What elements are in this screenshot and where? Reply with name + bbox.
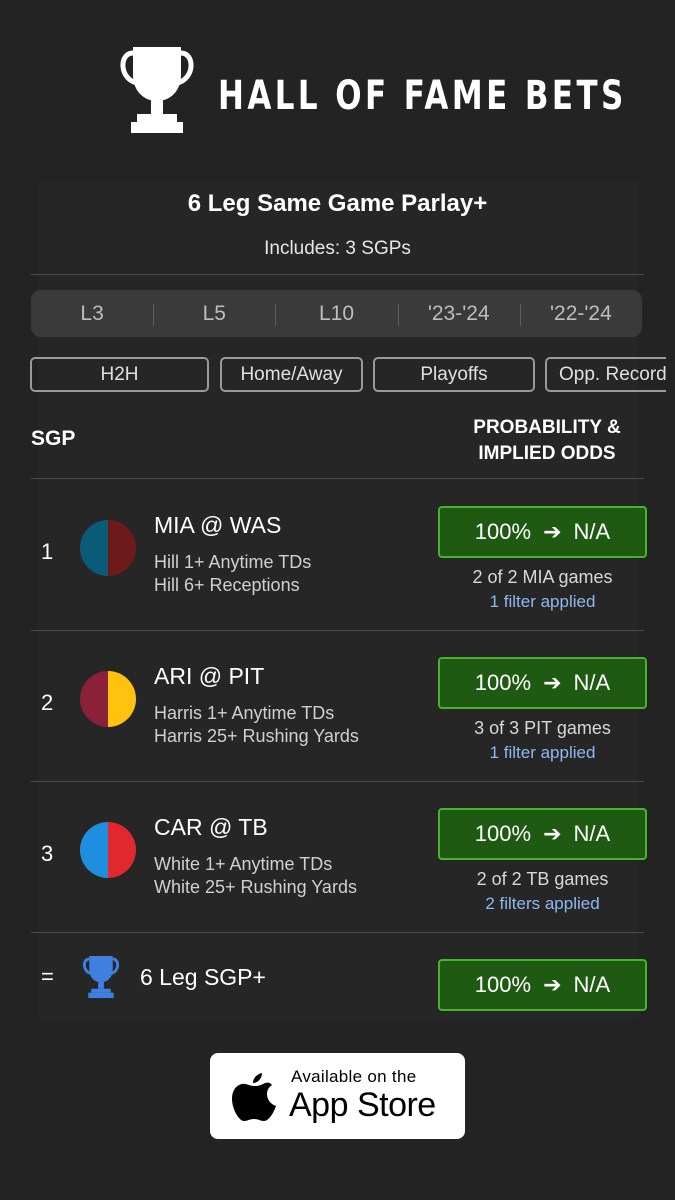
divider (31, 274, 644, 275)
odds-badge[interactable]: 100% ➔ N/A (438, 808, 647, 860)
filter-bar: H2H Home/Away Playoffs Opp. Record (30, 357, 666, 397)
filter-opp-record-button[interactable]: Opp. Record (545, 357, 666, 392)
leg-text: Hill 6+ Receptions (154, 575, 300, 595)
arrow-right-icon: ➔ (543, 670, 562, 695)
team-colors-icon (80, 671, 136, 727)
filters-applied-link[interactable]: 1 filter applied (438, 743, 647, 763)
row-number: 2 (41, 690, 54, 715)
arrow-right-icon: ➔ (543, 519, 562, 544)
brand-name: HALL OF FAME BETS (218, 73, 627, 119)
leg-text: White 1+ Anytime TDs (154, 854, 333, 874)
filter-playoffs-button[interactable]: Playoffs (373, 357, 535, 392)
team-colors-icon (80, 822, 136, 878)
leg-text: Harris 25+ Rushing Yards (154, 726, 359, 746)
filter-home-away-button[interactable]: Home/Away (220, 357, 363, 392)
column-header-probability: PROBABILITY & IMPLIED ODDS (473, 417, 621, 464)
range-23-24[interactable]: '23-'24 (397, 302, 520, 326)
arrow-right-icon: ➔ (543, 972, 562, 997)
sgp-row[interactable]: 1 MIA @ WAS Hill 1+ Anytime TDs Hill 6+ … (0, 497, 675, 647)
row-number: 3 (41, 841, 54, 866)
app-store-line1: Available on the (291, 1067, 417, 1086)
range-22-24[interactable]: '22-'24 (519, 302, 642, 326)
range-l5[interactable]: L5 (153, 302, 275, 326)
probability-value: 100% (474, 519, 532, 544)
apple-icon (232, 1073, 276, 1121)
odds-value: N/A (573, 972, 611, 997)
probability-value: 100% (474, 972, 532, 997)
parlay-title: 6 Leg Same Game Parlay+ (187, 190, 488, 217)
trophy-icon (82, 955, 120, 999)
odds-value: N/A (573, 670, 611, 695)
equals-sign: = (41, 964, 54, 989)
row-number: 1 (41, 539, 54, 564)
total-label: 6 Leg SGP+ (140, 964, 266, 990)
odds-badge[interactable]: 100% ➔ N/A (438, 506, 647, 558)
sgp-row[interactable]: 2 ARI @ PIT Harris 1+ Anytime TDs Harris… (0, 648, 675, 798)
column-header-sgp: SGP (31, 427, 76, 450)
leg-text: White 25+ Rushing Yards (154, 877, 357, 897)
range-l3[interactable]: L3 (31, 302, 153, 326)
filters-applied-link[interactable]: 2 filters applied (438, 894, 647, 914)
matchup-label: ARI @ PIT (154, 663, 265, 689)
divider (31, 478, 644, 479)
trophy-icon (120, 47, 194, 133)
divider (31, 932, 644, 933)
filter-h2h-button[interactable]: H2H (30, 357, 209, 392)
sgp-row[interactable]: 3 CAR @ TB White 1+ Anytime TDs White 25… (0, 799, 675, 949)
total-odds-badge[interactable]: 100% ➔ N/A (438, 959, 647, 1011)
games-count: 3 of 3 PIT games (474, 718, 611, 738)
odds-value: N/A (573, 519, 611, 544)
probability-value: 100% (474, 821, 532, 846)
divider (31, 630, 644, 631)
matchup-label: MIA @ WAS (154, 512, 282, 538)
arrow-right-icon: ➔ (543, 821, 562, 846)
divider (31, 781, 644, 782)
matchup-label: CAR @ TB (154, 814, 268, 840)
team-colors-icon (80, 520, 136, 576)
leg-text: Harris 1+ Anytime TDs (154, 703, 335, 723)
range-selector: L3 L5 L10 '23-'24 '22-'24 (31, 290, 642, 337)
parlay-subtitle: Includes: 3 SGPs (264, 238, 411, 259)
odds-value: N/A (573, 821, 611, 846)
app-store-button[interactable]: Available on the App Store (210, 1053, 465, 1139)
brand-logo: HALL OF FAME BETS (0, 45, 675, 137)
probability-value: 100% (474, 670, 532, 695)
app-store-line2: App Store (289, 1086, 436, 1124)
games-count: 2 of 2 MIA games (472, 567, 613, 587)
leg-text: Hill 1+ Anytime TDs (154, 552, 312, 572)
games-count: 2 of 2 TB games (476, 869, 609, 889)
filters-applied-link[interactable]: 1 filter applied (438, 592, 647, 612)
range-l10[interactable]: L10 (275, 302, 397, 326)
odds-badge[interactable]: 100% ➔ N/A (438, 657, 647, 709)
